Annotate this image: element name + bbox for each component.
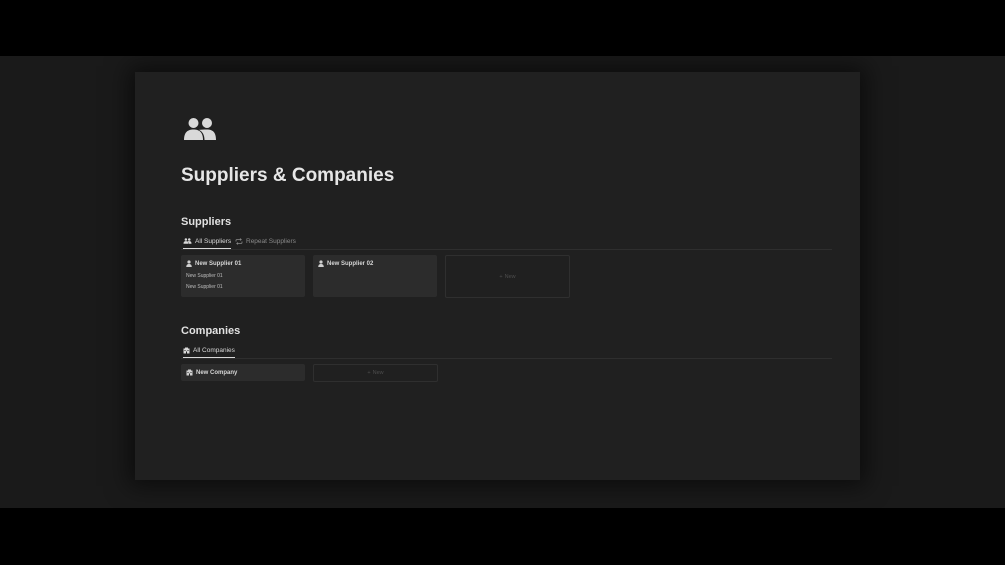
tab-all-suppliers[interactable]: All Suppliers	[183, 234, 232, 249]
companies-view-tabs: All Companies	[181, 343, 832, 359]
card-title: New Supplier 02	[327, 260, 374, 267]
tab-label: All Companies	[193, 346, 235, 354]
suppliers-view-tabs: All Suppliers Repeat Suppliers	[181, 234, 832, 250]
building-icon	[183, 347, 190, 353]
people-icon	[183, 238, 192, 244]
card-header: New Supplier 01	[186, 260, 241, 267]
new-supplier-button[interactable]: + New	[445, 255, 570, 298]
people-icon	[184, 118, 216, 140]
card-property: New Supplier 01	[186, 284, 223, 290]
company-card[interactable]: New Company	[181, 364, 305, 381]
companies-heading: Companies	[181, 325, 241, 337]
tab-repeat-suppliers[interactable]: Repeat Suppliers	[235, 234, 296, 248]
building-icon	[186, 369, 193, 376]
new-company-button[interactable]: + New	[313, 364, 438, 382]
plus-icon: +	[499, 273, 503, 280]
card-header: New Supplier 02	[318, 260, 373, 267]
plus-icon: +	[367, 370, 371, 376]
new-label: New	[504, 273, 516, 280]
page-title: Suppliers & Companies	[181, 165, 395, 186]
suppliers-heading: Suppliers	[181, 216, 232, 228]
tab-all-companies[interactable]: All Companies	[183, 343, 235, 358]
supplier-card[interactable]: New Supplier 01 New Supplier 01 New Supp…	[181, 255, 305, 297]
tab-label: Repeat Suppliers	[246, 237, 296, 245]
card-header: New Company	[186, 369, 237, 376]
new-label: New	[372, 370, 384, 376]
card-title: New Supplier 01	[195, 260, 242, 267]
card-title: New Company	[196, 369, 238, 376]
repeat-icon	[235, 237, 243, 245]
person-icon	[186, 260, 192, 267]
person-icon	[318, 260, 324, 267]
tab-label: All Suppliers	[195, 237, 232, 245]
supplier-card[interactable]: New Supplier 02	[313, 255, 437, 297]
card-property: New Supplier 01	[186, 273, 223, 279]
